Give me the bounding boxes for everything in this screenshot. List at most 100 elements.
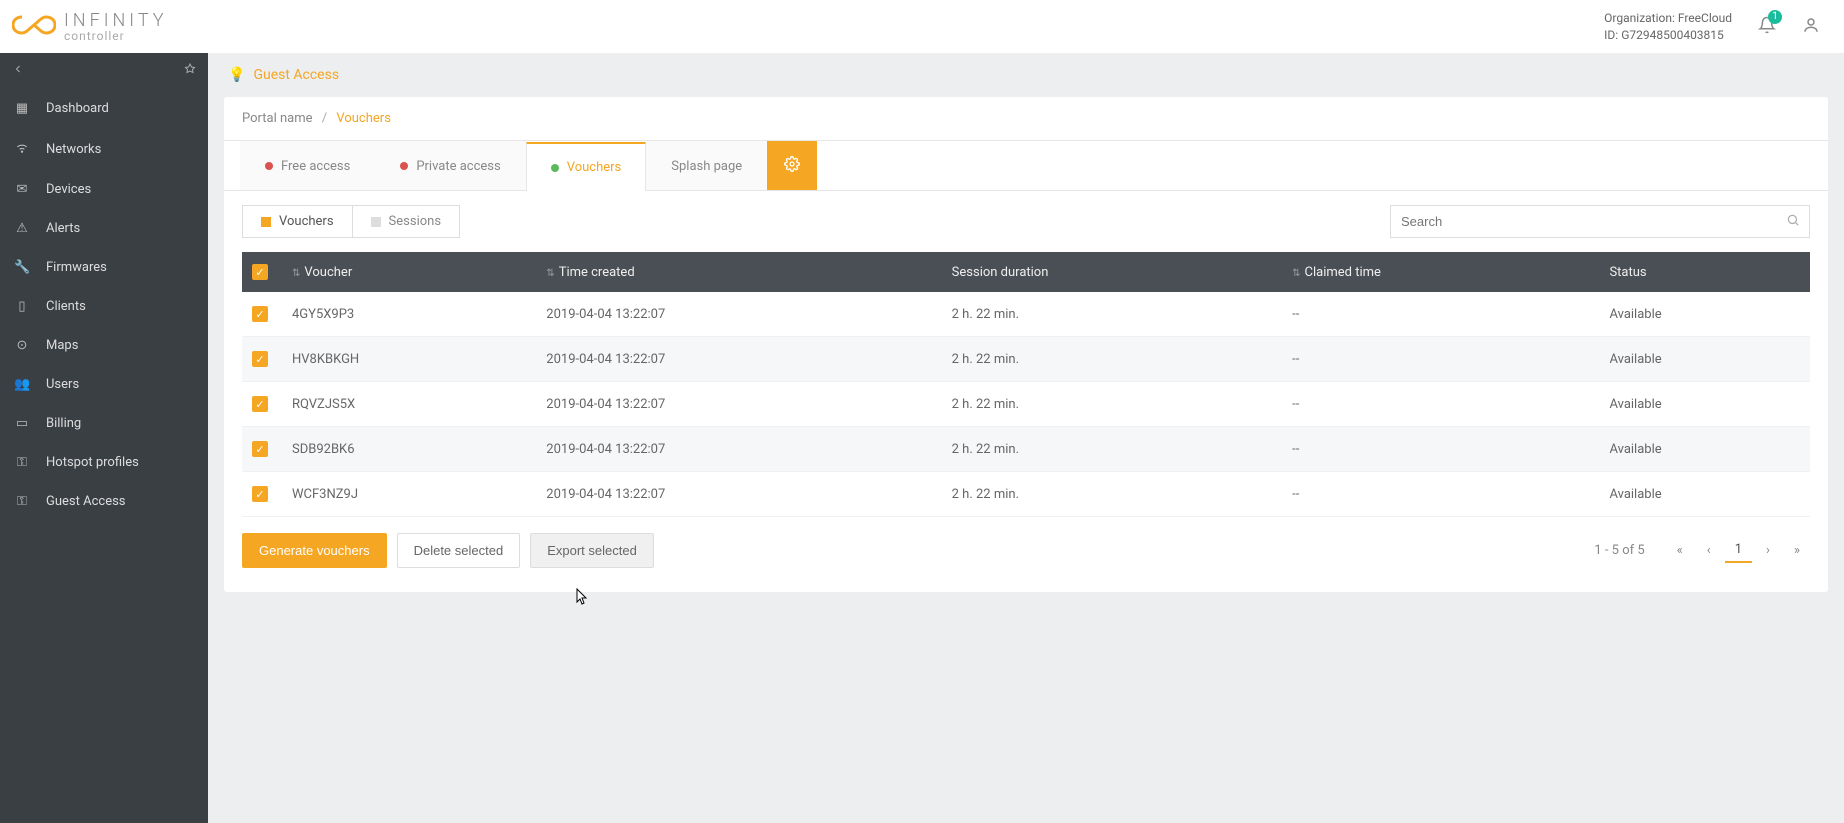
sidebar-item-clients[interactable]: ▯Clients xyxy=(0,287,208,326)
cell-duration: 2 h. 22 min. xyxy=(942,427,1282,472)
breadcrumb: Portal name / Vouchers xyxy=(224,97,1828,141)
cell-voucher: WCF3NZ9J xyxy=(282,472,536,517)
cell-duration: 2 h. 22 min. xyxy=(942,337,1282,382)
subtab-vouchers[interactable]: Vouchers xyxy=(242,205,352,238)
alert-icon: ⚠ xyxy=(14,221,30,236)
row-checkbox[interactable]: ✓ xyxy=(252,486,268,502)
page-prev[interactable]: ‹ xyxy=(1697,539,1721,562)
view-toggle: Vouchers Sessions xyxy=(242,205,460,238)
delete-selected-button[interactable]: Delete selected xyxy=(397,533,521,568)
select-all-checkbox[interactable]: ✓ xyxy=(252,264,268,280)
cell-claimed: -- xyxy=(1282,292,1599,337)
notification-badge: 1 xyxy=(1768,10,1782,24)
col-claimed[interactable]: ⇅Claimed time xyxy=(1282,252,1599,292)
row-checkbox[interactable]: ✓ xyxy=(252,396,268,412)
users-icon: 👥 xyxy=(14,377,30,392)
export-selected-button[interactable]: Export selected xyxy=(530,533,654,568)
table-row: ✓ SDB92BK62019-04-04 13:22:072 h. 22 min.… xyxy=(242,427,1810,472)
cell-created: 2019-04-04 13:22:07 xyxy=(536,382,941,427)
col-voucher[interactable]: ⇅Voucher xyxy=(282,252,536,292)
square-icon xyxy=(371,217,381,227)
cell-created: 2019-04-04 13:22:07 xyxy=(536,427,941,472)
cell-claimed: -- xyxy=(1282,382,1599,427)
cell-claimed: -- xyxy=(1282,337,1599,382)
subtab-sessions[interactable]: Sessions xyxy=(352,205,461,238)
tab-private-access[interactable]: Private access xyxy=(375,141,525,190)
org-id: ID: G72948500403815 xyxy=(1604,27,1732,44)
cell-status: Available xyxy=(1599,382,1810,427)
page-last[interactable]: » xyxy=(1784,539,1810,562)
row-checkbox[interactable]: ✓ xyxy=(252,306,268,322)
cell-status: Available xyxy=(1599,427,1810,472)
col-created[interactable]: ⇅Time created xyxy=(536,252,941,292)
sort-icon: ⇅ xyxy=(546,268,554,279)
pin-icon: ⊙ xyxy=(14,338,30,353)
cell-duration: 2 h. 22 min. xyxy=(942,472,1282,517)
cell-status: Available xyxy=(1599,337,1810,382)
org-name: Organization: FreeCloud xyxy=(1604,10,1732,27)
key-icon: ⚿ xyxy=(14,455,30,470)
sidebar-item-networks[interactable]: Networks xyxy=(0,128,208,170)
tab-free-access[interactable]: Free access xyxy=(240,141,375,190)
page-first[interactable]: « xyxy=(1667,539,1693,562)
status-dot-icon xyxy=(265,162,273,170)
cell-voucher: SDB92BK6 xyxy=(282,427,536,472)
cell-duration: 2 h. 22 min. xyxy=(942,292,1282,337)
grid-icon: ▦ xyxy=(14,101,30,116)
bulb-icon: 💡 xyxy=(228,67,245,83)
crumb-portal[interactable]: Portal name xyxy=(242,111,313,126)
inbox-icon: ✉ xyxy=(14,182,30,197)
col-status: Status xyxy=(1599,252,1810,292)
col-duration: Session duration xyxy=(942,252,1282,292)
row-checkbox[interactable]: ✓ xyxy=(252,441,268,457)
wrench-icon: 🔧 xyxy=(14,260,30,275)
sidebar-item-guest-access[interactable]: ⚿Guest Access xyxy=(0,482,208,521)
cell-created: 2019-04-04 13:22:07 xyxy=(536,472,941,517)
sidebar-item-hotspot[interactable]: ⚿Hotspot profiles xyxy=(0,443,208,482)
collapse-sidebar-button[interactable] xyxy=(12,63,24,79)
tab-vouchers[interactable]: Vouchers xyxy=(526,142,647,191)
sidebar-item-users[interactable]: 👥Users xyxy=(0,365,208,404)
brand: INFINITY controller xyxy=(12,12,168,42)
generate-vouchers-button[interactable]: Generate vouchers xyxy=(242,533,387,568)
sidebar-item-billing[interactable]: ▭Billing xyxy=(0,404,208,443)
cell-status: Available xyxy=(1599,472,1810,517)
infinity-logo-icon xyxy=(12,14,56,40)
notifications-button[interactable]: 1 xyxy=(1758,16,1776,38)
pin-sidebar-button[interactable] xyxy=(184,63,196,79)
cell-claimed: -- xyxy=(1282,472,1599,517)
gear-icon xyxy=(784,156,800,176)
cell-voucher: HV8KBKGH xyxy=(282,337,536,382)
sidebar-item-maps[interactable]: ⊙Maps xyxy=(0,326,208,365)
search-input[interactable] xyxy=(1390,205,1810,238)
square-icon xyxy=(261,217,271,227)
tab-settings[interactable] xyxy=(767,141,817,190)
cell-duration: 2 h. 22 min. xyxy=(942,382,1282,427)
page-next[interactable]: › xyxy=(1756,539,1780,562)
sidebar-item-dashboard[interactable]: ▦Dashboard xyxy=(0,89,208,128)
cell-created: 2019-04-04 13:22:07 xyxy=(536,292,941,337)
sidebar-item-firmwares[interactable]: 🔧Firmwares xyxy=(0,248,208,287)
crumb-vouchers[interactable]: Vouchers xyxy=(336,111,391,126)
status-dot-icon xyxy=(551,164,559,172)
table-row: ✓RQVZJS5X2019-04-04 13:22:072 h. 22 min.… xyxy=(242,382,1810,427)
cell-claimed: -- xyxy=(1282,427,1599,472)
sort-icon: ⇅ xyxy=(292,268,300,279)
table-row: ✓ 4GY5X9P32019-04-04 13:22:072 h. 22 min.… xyxy=(242,292,1810,337)
cell-voucher: 4GY5X9P3 xyxy=(282,292,536,337)
page-current[interactable]: 1 xyxy=(1725,538,1752,563)
table-row: ✓HV8KBKGH2019-04-04 13:22:072 h. 22 min.… xyxy=(242,337,1810,382)
phone-icon: ▯ xyxy=(14,299,30,314)
sidebar-item-alerts[interactable]: ⚠Alerts xyxy=(0,209,208,248)
vouchers-table: ✓ ⇅Voucher ⇅Time created Session duratio… xyxy=(242,252,1810,517)
tab-splash-page[interactable]: Splash page xyxy=(646,141,767,190)
sidebar-nav: ▦Dashboard Networks ✉Devices ⚠Alerts 🔧Fi… xyxy=(0,89,208,521)
search-icon xyxy=(1786,213,1800,231)
sidebar-item-devices[interactable]: ✉Devices xyxy=(0,170,208,209)
row-checkbox[interactable]: ✓ xyxy=(252,351,268,367)
wifi-icon xyxy=(14,140,30,158)
pagination-summary: 1 - 5 of 5 xyxy=(1594,543,1644,558)
top-bar: INFINITY controller Organization: FreeCl… xyxy=(0,0,1844,53)
brand-name: INFINITY xyxy=(64,12,168,30)
user-menu-button[interactable] xyxy=(1802,16,1820,38)
